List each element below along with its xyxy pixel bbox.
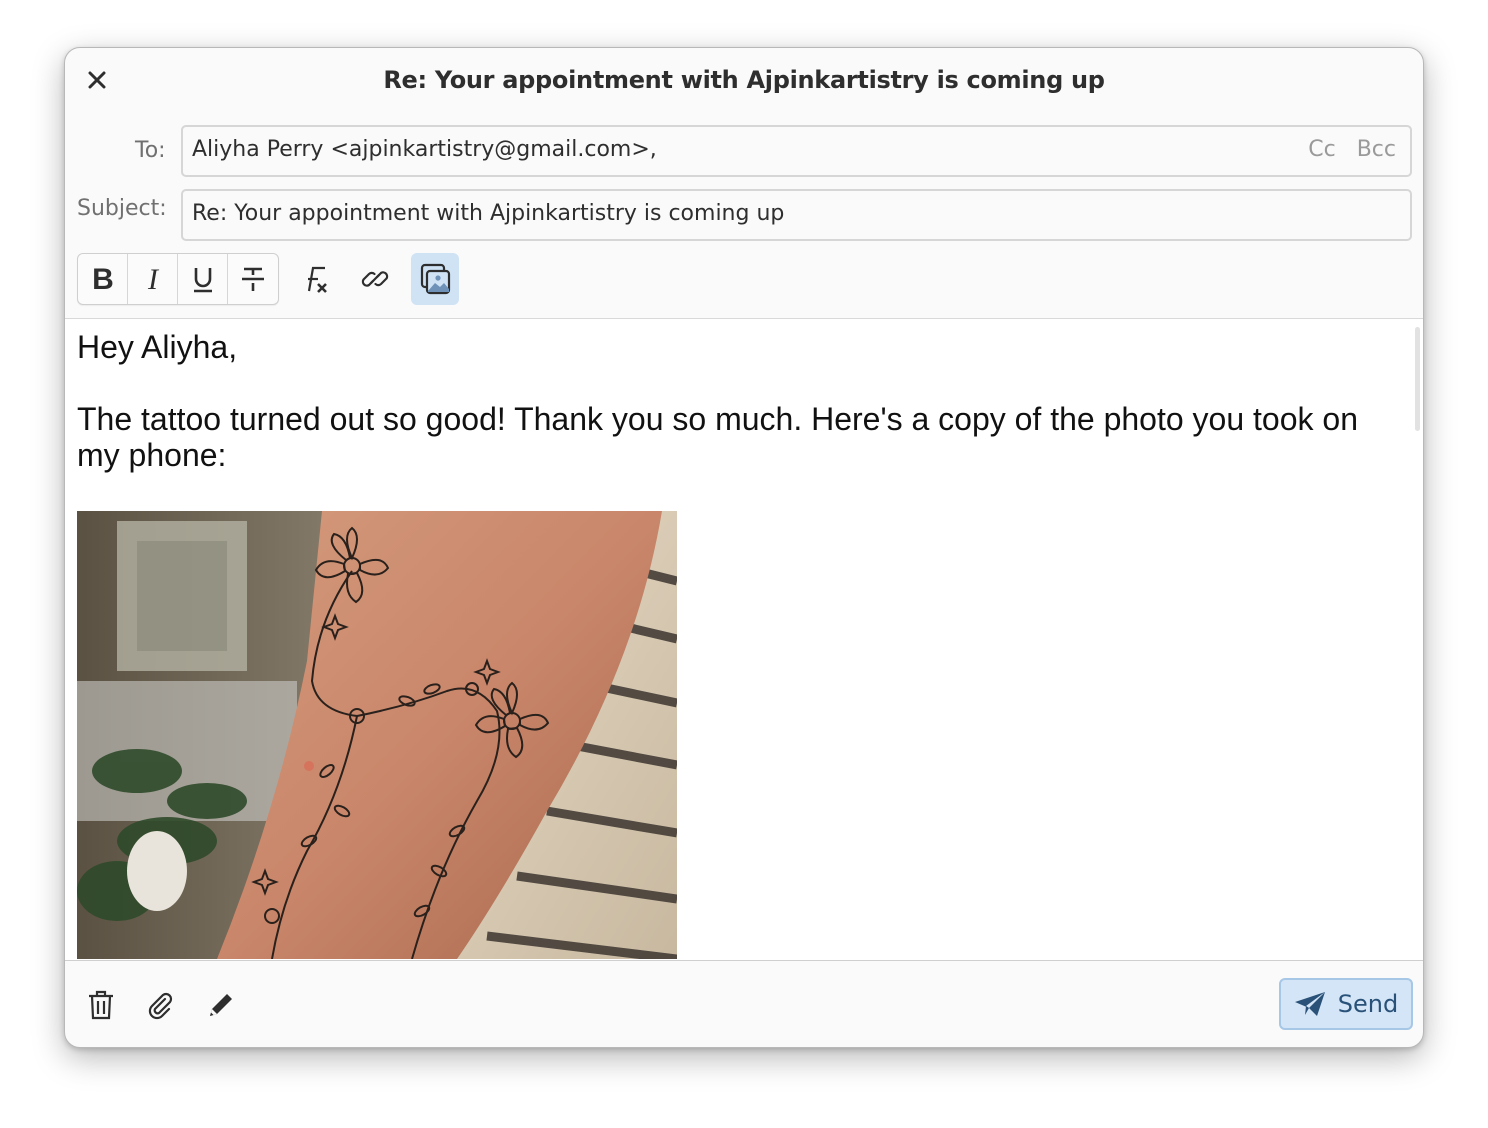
delete-draft-button[interactable] [79,983,123,1027]
bottom-toolbar: Send [65,961,1423,1047]
svg-text:B: B [92,265,114,293]
cc-button[interactable]: Cc [1308,137,1335,162]
clear-formatting-icon [307,266,327,293]
italic-icon: I [147,265,160,293]
clear-formatting-button[interactable] [291,253,339,305]
compose-window: Re: Your appointment with Ajpinkartistry… [64,47,1424,1048]
underline-button[interactable] [178,254,228,304]
insert-image-icon [420,263,451,295]
underline-icon [193,268,212,293]
message-text: Hey Aliyha, The tattoo turned out so goo… [77,329,1407,473]
send-label: Send [1337,990,1399,1018]
window-title: Re: Your appointment with Ajpinkartistry… [383,66,1105,94]
body-paragraph: The tattoo turned out so good! Thank you… [77,401,1358,473]
pencil-icon [210,994,232,1016]
edit-button[interactable] [199,983,243,1027]
strikethrough-icon [242,267,264,291]
subject-field[interactable]: Re: Your appointment with Ajpinkartistry… [181,189,1412,241]
subject-label: Subject: [77,196,167,221]
send-button[interactable]: Send [1279,978,1413,1030]
scrollbar-thumb[interactable] [1415,327,1420,431]
paper-plane-icon [1294,992,1325,1016]
bold-button[interactable]: B [78,254,128,304]
insert-link-button[interactable] [351,253,399,305]
svg-text:I: I [147,265,160,293]
to-value: Aliyha Perry <ajpinkartistry@gmail.com>, [192,137,657,162]
trash-icon [89,990,113,1020]
insert-link-icon [361,271,389,287]
bcc-button[interactable]: Bcc [1357,137,1396,162]
tattoo-photo[interactable] [77,511,677,959]
italic-button[interactable]: I [128,254,178,304]
message-body[interactable]: Hey Aliyha, The tattoo turned out so goo… [65,318,1423,961]
to-field[interactable]: Aliyha Perry <ajpinkartistry@gmail.com>,… [181,125,1412,177]
paperclip-icon [148,992,173,1020]
titlebar: Re: Your appointment with Ajpinkartistry… [65,48,1423,114]
insert-image-button[interactable] [411,253,459,305]
text-style-group: B I [77,253,279,305]
bold-icon: B [92,265,114,293]
cc-bcc-links: Cc Bcc [1294,137,1396,162]
subject-value: Re: Your appointment with Ajpinkartistry… [192,201,785,226]
strikethrough-button[interactable] [228,254,278,304]
greeting-line: Hey Aliyha, [77,329,238,365]
attach-file-button[interactable] [139,983,183,1027]
to-label: To: [135,138,166,163]
